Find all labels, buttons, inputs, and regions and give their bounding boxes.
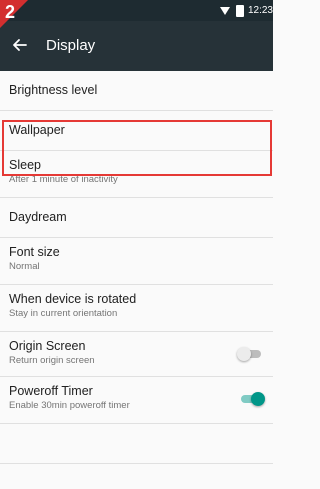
toggle-thumb [251, 392, 265, 406]
setting-summary: Stay in current orientation [9, 308, 118, 319]
setting-wallpaper[interactable]: Wallpaper [0, 111, 273, 151]
setting-title: Sleep [9, 158, 41, 172]
settings-list: Brightness level Wallpaper Sleep After 1… [0, 71, 273, 464]
app-toolbar: Display [0, 21, 273, 71]
setting-origin-screen[interactable]: Origin Screen Return origin screen [0, 332, 273, 377]
setting-partial-item[interactable] [0, 424, 273, 464]
setting-title: Wallpaper [9, 123, 65, 137]
toggle-thumb [237, 347, 251, 361]
step-number: 2 [5, 2, 16, 22]
setting-title: Brightness level [9, 83, 98, 97]
wifi-icon [219, 7, 230, 15]
step-badge: 2 [0, 0, 28, 28]
origin-screen-toggle[interactable] [237, 347, 265, 361]
poweroff-timer-toggle[interactable] [237, 392, 265, 406]
arrow-back-icon[interactable] [10, 35, 30, 55]
setting-font-size[interactable]: Font size Normal [0, 238, 273, 285]
setting-title: Poweroff Timer [9, 384, 93, 398]
battery-icon [235, 5, 244, 17]
setting-poweroff-timer[interactable]: Poweroff Timer Enable 30min poweroff tim… [0, 377, 273, 424]
setting-summary: Enable 30min poweroff timer [9, 400, 130, 411]
setting-sleep[interactable]: Sleep After 1 minute of inactivity [0, 151, 273, 198]
status-icons: 12:23 [219, 4, 273, 18]
setting-summary: Return origin screen [9, 355, 95, 366]
setting-daydream[interactable]: Daydream [0, 198, 273, 238]
display-settings-screen: 12:23 Display 2 Brightness level Wallpap… [0, 0, 273, 489]
setting-device-rotation[interactable]: When device is rotated Stay in current o… [0, 285, 273, 332]
setting-title: Font size [9, 245, 60, 259]
setting-title: Origin Screen [9, 339, 86, 353]
setting-brightness-level[interactable]: Brightness level [0, 71, 273, 111]
status-time: 12:23 [247, 5, 273, 16]
setting-title: Daydream [9, 210, 67, 224]
page-title: Display [46, 37, 96, 54]
setting-summary: After 1 minute of inactivity [9, 174, 118, 185]
status-bar: 12:23 [0, 0, 273, 21]
setting-summary: Normal [9, 261, 40, 272]
setting-title: When device is rotated [9, 292, 137, 306]
